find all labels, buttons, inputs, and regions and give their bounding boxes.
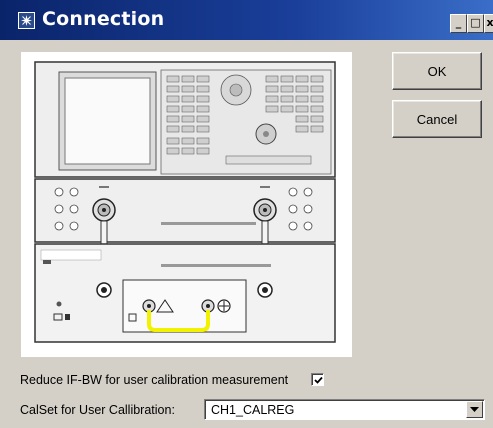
ok-button[interactable]: OK (392, 52, 482, 90)
cancel-button[interactable]: Cancel (392, 100, 482, 138)
title-bar[interactable]: Connection _ □ x (0, 0, 493, 40)
reduce-ifbw-checkbox[interactable] (311, 373, 324, 386)
chevron-down-icon (470, 407, 479, 412)
calset-select[interactable]: CH1_CALREG (204, 399, 485, 420)
close-button[interactable]: x (484, 14, 493, 33)
reduce-ifbw-label: Reduce IF-BW for user calibration measur… (20, 373, 289, 387)
window-title: Connection (42, 8, 165, 30)
window-app-icon (18, 12, 35, 29)
maximize-button[interactable]: □ (467, 14, 484, 33)
connection-diagram-image (21, 52, 352, 357)
checkmark-icon (314, 376, 323, 384)
instrument-connection-diagram (34, 61, 336, 343)
calset-label: CalSet for User Callibration: (20, 403, 175, 417)
connection-dialog: Connection _ □ x OK Cancel Reduce IF-BW … (0, 0, 493, 428)
calset-selected-value: CH1_CALREG (211, 403, 295, 417)
minimize-button[interactable]: _ (450, 14, 467, 33)
dropdown-arrow-button[interactable] (466, 401, 483, 418)
